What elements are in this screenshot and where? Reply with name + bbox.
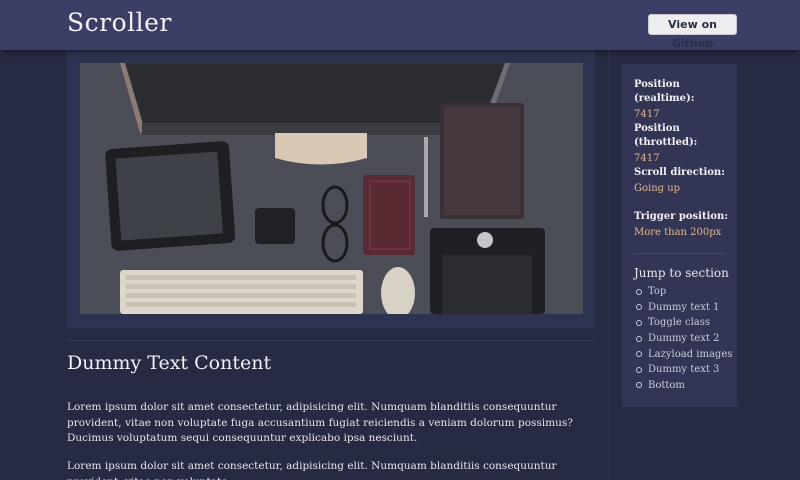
- jump-link-label: Bottom: [648, 379, 685, 391]
- jump-link-label: Dummy text 2: [648, 333, 720, 345]
- column-divider: [608, 50, 609, 480]
- sidebar-divider: [634, 253, 725, 254]
- jump-link-label: Dummy text 1: [648, 301, 720, 313]
- stat-label: Position (throttled):: [634, 123, 698, 148]
- top-navbar: Scroller View on Github: [0, 0, 800, 50]
- scroll-info-sidebar: Position (realtime): 7417 Position (thro…: [622, 64, 737, 407]
- jump-link-bottom[interactable]: Bottom: [636, 378, 732, 394]
- stat-value: 7417: [634, 109, 660, 120]
- content-paragraph: Lorem ipsum dolor sit amet consectetur, …: [67, 460, 557, 480]
- bullet-icon: [636, 335, 642, 342]
- jump-link-lazyload-images[interactable]: Lazyload images: [636, 346, 732, 362]
- desk-photo-illustration: [80, 63, 583, 314]
- brand-title[interactable]: Scroller: [67, 8, 172, 37]
- view-on-github-button[interactable]: View on Github: [648, 14, 737, 50]
- position-realtime-stat: Position (realtime): 7417: [634, 78, 734, 122]
- jump-link-label: Dummy text 3: [648, 364, 720, 376]
- section-divider: [67, 340, 595, 341]
- stat-label: Trigger position:: [634, 211, 729, 222]
- jump-link-toggle-class[interactable]: Toggle class: [636, 315, 732, 331]
- bullet-icon: [636, 319, 642, 326]
- bullet-icon: [636, 351, 642, 358]
- stat-label: Position (realtime):: [634, 79, 695, 104]
- stat-value: More than 200px: [634, 227, 722, 238]
- jump-link-dummy-text-1[interactable]: Dummy text 1: [636, 300, 732, 316]
- jump-link-dummy-text-3[interactable]: Dummy text 3: [636, 362, 732, 378]
- content-paragraph: Lorem ipsum dolor sit amet consectetur, …: [67, 401, 573, 444]
- stat-value: Going up: [634, 183, 681, 194]
- bullet-icon: [636, 304, 642, 311]
- bullet-icon: [636, 382, 642, 389]
- scroll-direction-stat: Scroll direction: Going up: [634, 166, 734, 196]
- jump-link-label: Toggle class: [648, 317, 711, 329]
- stat-value: 7417: [634, 153, 660, 164]
- jump-to-section-list: Top Dummy text 1 Toggle class Dummy text…: [636, 284, 732, 393]
- stat-label: Scroll direction:: [634, 167, 725, 178]
- bullet-icon: [636, 366, 642, 373]
- jump-to-section-title: Jump to section: [634, 266, 729, 280]
- jump-link-top[interactable]: Top: [636, 284, 732, 300]
- position-throttled-stat: Position (throttled): 7417: [634, 122, 734, 166]
- trigger-position-stat: Trigger position: More than 200px: [634, 210, 734, 240]
- content-title: Dummy Text Content: [67, 352, 272, 374]
- hero-image: [80, 63, 583, 314]
- hero-image-frame: [67, 50, 595, 328]
- bullet-icon: [636, 288, 642, 295]
- jump-link-dummy-text-2[interactable]: Dummy text 2: [636, 331, 732, 347]
- jump-link-label: Lazyload images: [648, 348, 733, 360]
- jump-link-label: Top: [648, 286, 667, 298]
